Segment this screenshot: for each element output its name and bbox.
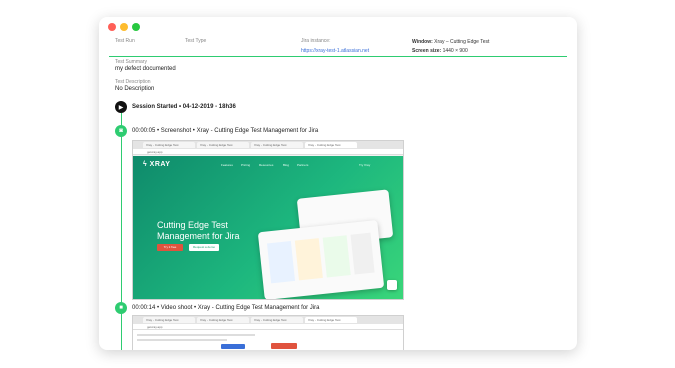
screenshot-event-title[interactable]: 00:00:05 • Screenshot • Xray - Cutting E… xyxy=(132,128,318,134)
window-info: Window: Xray – Cutting Edge Test Screen … xyxy=(412,38,489,56)
text-line xyxy=(137,339,227,341)
browser-tabs: Xray - Cutting Edge Test Xray - Cutting … xyxy=(133,141,403,149)
browser-tab: Xray - Cutting Edge Test xyxy=(251,317,303,323)
text-line xyxy=(137,334,255,336)
request-demo-button: Request a demo xyxy=(189,244,219,251)
report-window: Test Run Test Type Jira instance: https:… xyxy=(99,17,577,350)
title-bar xyxy=(99,17,577,37)
nav-item: Pricing xyxy=(241,163,251,167)
test-type-label: Test Type xyxy=(185,38,207,44)
jira-instance-link[interactable]: https://xray-test-1.atlassian.net xyxy=(301,48,369,54)
header-divider xyxy=(109,56,567,57)
red-button xyxy=(271,343,297,349)
browser-tab: Xray - Cutting Edge Test xyxy=(197,317,249,323)
browser-tab-active: Xray - Cutting Edge Test xyxy=(305,142,357,148)
window-value: Xray – Cutting Edge Test xyxy=(434,39,490,45)
try-free-button: Try it free xyxy=(157,244,183,251)
nav-item: Partners xyxy=(297,163,309,167)
browser-tab-active: Xray - Cutting Edge Test xyxy=(305,317,357,323)
test-description-label: Test Description xyxy=(115,79,151,85)
browser-tab: Xray - Cutting Edge Test xyxy=(251,142,303,148)
close-window-button[interactable] xyxy=(108,23,116,31)
test-summary-label: Test Summary xyxy=(115,59,147,65)
blue-button xyxy=(221,344,245,349)
screen-size-value: 1440 × 900 xyxy=(442,48,468,54)
test-description-value: No Description xyxy=(115,86,155,92)
jira-instance: Jira instance: https://xray-test-1.atlas… xyxy=(301,38,369,54)
test-run-label: Test Run xyxy=(115,38,135,44)
browser-tab: Xray - Cutting Edge Test xyxy=(143,142,195,148)
xray-hero: ϟ XRAY Features Pricing Resources Blog P… xyxy=(133,156,403,299)
nav-item: Features xyxy=(221,163,233,167)
browser-tab: Xray - Cutting Edge Test xyxy=(143,317,195,323)
session-started: Session Started • 04-12-2019 - 18h36 xyxy=(132,104,236,110)
screenshot-thumbnail[interactable]: Xray - Cutting Edge Test Xray - Cutting … xyxy=(132,140,404,300)
jira-instance-label: Jira instance: xyxy=(301,38,331,44)
timeline-line xyxy=(121,113,122,350)
xray-logo-text: XRAY xyxy=(149,161,171,168)
app-preview-panel xyxy=(257,219,385,299)
screen-size-label: Screen size: xyxy=(412,48,442,54)
nav-item: Resources xyxy=(259,163,274,167)
browser-tab: Xray - Cutting Edge Test xyxy=(197,142,249,148)
browser-tabs: Xray - Cutting Edge Test Xray - Cutting … xyxy=(133,316,403,324)
try-link: Try Xray xyxy=(359,163,371,167)
minimize-window-button[interactable] xyxy=(120,23,128,31)
address-bar: getxray.app xyxy=(133,324,403,330)
camera-icon: ◙ xyxy=(115,125,127,137)
chat-icon xyxy=(387,280,397,290)
address-bar: getxray.app xyxy=(133,149,403,155)
window-label: Window: xyxy=(412,39,433,45)
nav-item: Blog xyxy=(283,163,290,167)
play-icon: ▶ xyxy=(115,101,127,113)
test-summary-value: my defect documented xyxy=(115,66,176,72)
hero-title: Cutting Edge Test Management for Jira xyxy=(157,220,240,241)
video-camera-icon: ■ xyxy=(115,302,127,314)
maximize-window-button[interactable] xyxy=(132,23,140,31)
video-event-title[interactable]: 00:00:14 • Video shoot • Xray - Cutting … xyxy=(132,305,319,311)
xray-logo: ϟ XRAY xyxy=(143,161,171,168)
video-thumbnail[interactable]: Xray - Cutting Edge Test Xray - Cutting … xyxy=(132,315,404,350)
